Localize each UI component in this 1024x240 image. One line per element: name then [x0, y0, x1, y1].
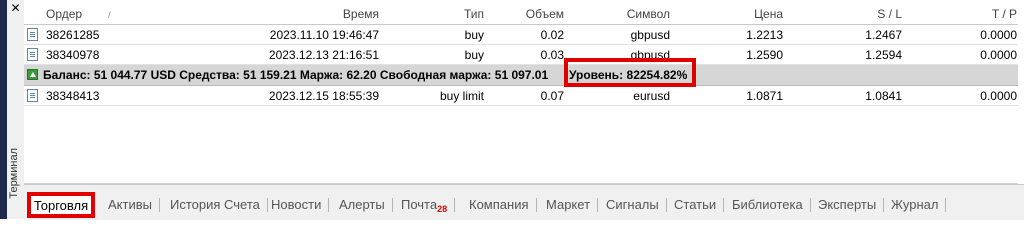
col-sl-header[interactable]: S / L: [792, 4, 902, 24]
tab-signals[interactable]: Сигналы: [606, 194, 667, 216]
tab-divider: [883, 198, 885, 212]
window-left-edge: [0, 0, 7, 219]
order-volume: 0.07: [540, 89, 564, 103]
tab-experts[interactable]: Эксперты: [818, 194, 885, 216]
terminal-tabs: Торговля Активы История Счета Новости Ал…: [24, 184, 1024, 220]
order-sl: 1.0841: [865, 89, 902, 103]
table-row[interactable]: 38348413 2023.12.15 18:55:39 buy limit 0…: [24, 86, 1018, 106]
order-type: buy limit: [439, 89, 484, 103]
table-header: Ордер / Время Тип Объем Символ Цена S / L…: [24, 4, 1018, 25]
tab-market[interactable]: Маркет: [546, 194, 599, 216]
tab-news[interactable]: Новости: [271, 194, 330, 216]
tab-divider: [454, 198, 456, 212]
tab-trade[interactable]: Торговля: [27, 192, 95, 218]
order-tp: 0.0000: [980, 28, 1017, 42]
order-symbol: eurusd: [633, 89, 670, 103]
col-type-header[interactable]: Тип: [399, 4, 484, 24]
order-icon: [27, 48, 38, 61]
order-symbol: gbpusd: [630, 28, 670, 42]
tab-code-base[interactable]: Библиотека: [732, 194, 811, 216]
order-type: buy: [464, 48, 484, 62]
order-volume: 0.02: [540, 28, 564, 42]
tab-company[interactable]: Компания: [469, 194, 537, 216]
col-price-header[interactable]: Цена: [679, 4, 783, 24]
tab-assets[interactable]: Активы: [108, 194, 160, 216]
tab-divider: [535, 198, 537, 212]
tab-divider: [723, 198, 725, 212]
order-volume: 0.03: [540, 48, 564, 62]
terminal-title: Терминал: [8, 148, 20, 199]
tab-divider: [597, 198, 599, 212]
sort-icon: /: [108, 10, 111, 20]
col-tp-header[interactable]: T / P: [912, 4, 1017, 24]
tab-divider: [945, 198, 947, 212]
tab-divider: [665, 198, 667, 212]
close-icon[interactable]: ✕: [7, 2, 24, 14]
table-row[interactable]: 38261285 2023.11.10 19:46:47 buy 0.02 gb…: [24, 25, 1018, 45]
order-icon: [27, 28, 38, 41]
terminal-side-panel: ✕ Терминал: [7, 0, 25, 219]
col-symbol-header[interactable]: Символ: [572, 4, 670, 24]
order-id: 38340978: [46, 48, 100, 62]
tab-divider: [809, 198, 811, 212]
table-row[interactable]: 38340978 2023.12.13 21:16:51 buy 0.03 gb…: [24, 45, 1018, 65]
tab-account-history[interactable]: История Счета: [170, 194, 268, 216]
tab-mailbox[interactable]: Почта28: [401, 194, 456, 216]
balance-summary: Баланс: 51 044.77 USD Средства: 51 159.2…: [43, 68, 549, 82]
col-volume-header[interactable]: Объем: [494, 4, 564, 24]
balance-summary-row: Баланс: 51 044.77 USD Средства: 51 159.2…: [24, 65, 1018, 86]
order-tp: 0.0000: [980, 48, 1017, 62]
order-tp: 0.0000: [980, 89, 1017, 103]
order-time: 2023.12.13 21:16:51: [268, 48, 379, 62]
tab-journal[interactable]: Журнал: [891, 194, 947, 216]
order-sl: 1.2467: [865, 28, 902, 42]
tab-divider: [266, 198, 268, 212]
tab-divider: [158, 198, 160, 212]
order-type: buy: [464, 28, 484, 42]
tab-alerts[interactable]: Алерты: [339, 194, 393, 216]
margin-level-highlight: [564, 58, 696, 87]
order-id: 38261285: [46, 28, 100, 42]
tab-divider: [391, 198, 393, 212]
col-time-header[interactable]: Время: [204, 4, 379, 24]
order-time: 2023.12.15 18:55:39: [268, 89, 379, 103]
account-up-icon: [27, 69, 38, 80]
order-sl: 1.2594: [865, 48, 902, 62]
order-id: 38348413: [46, 89, 100, 103]
tab-articles[interactable]: Статьи: [674, 194, 725, 216]
mail-count-badge: 28: [437, 204, 448, 214]
col-order-header[interactable]: Ордер /: [46, 4, 196, 24]
order-price: 1.2213: [746, 28, 783, 42]
order-icon: [27, 89, 38, 102]
order-price: 1.0871: [746, 89, 783, 103]
trade-table: Ордер / Время Тип Объем Символ Цена S / L…: [24, 0, 1018, 184]
order-time: 2023.11.10 19:46:47: [269, 28, 379, 42]
tab-divider: [328, 198, 330, 212]
